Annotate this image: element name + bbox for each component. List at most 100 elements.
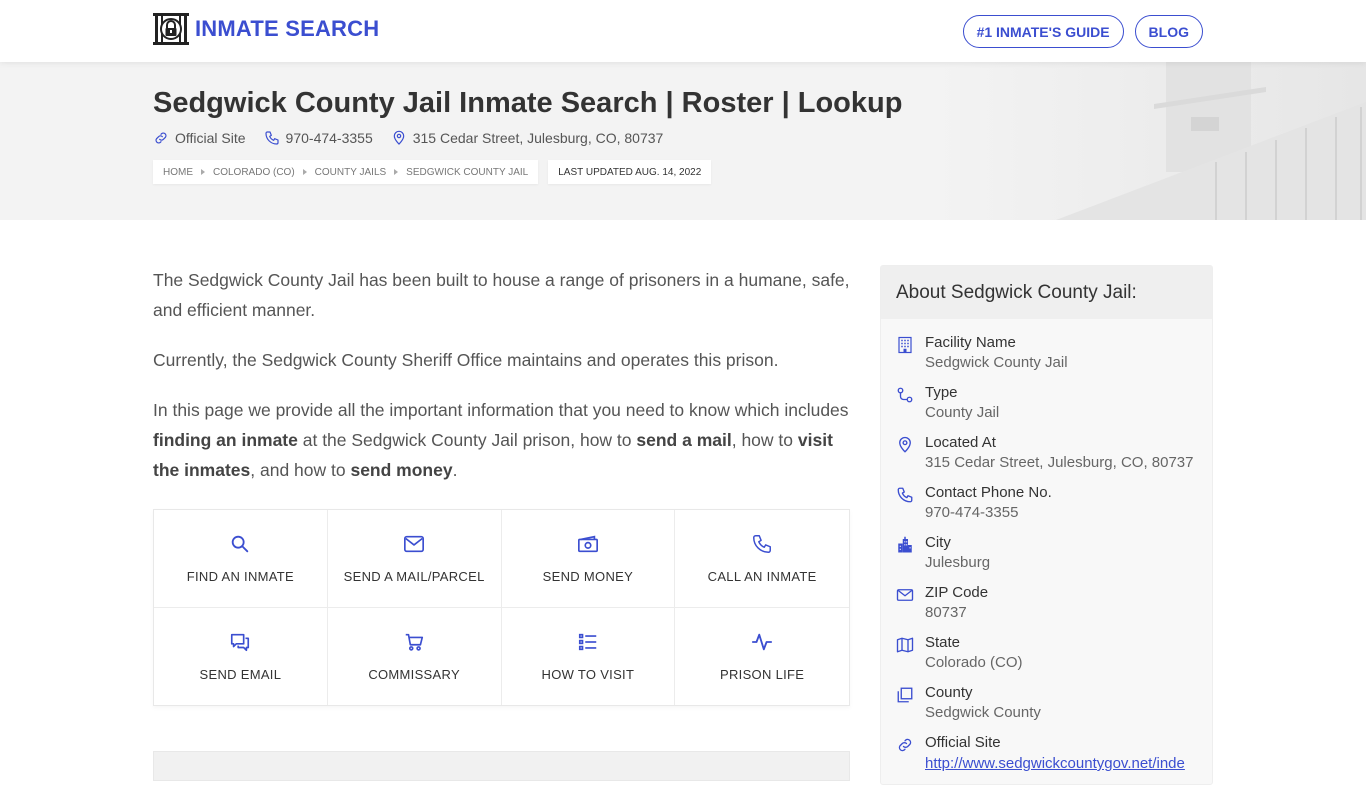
building-icon: [898, 336, 912, 354]
intro-paragraph-2: Currently, the Sedgwick County Sheriff O…: [153, 350, 779, 370]
breadcrumb-county-jails[interactable]: COUNTY JAILS: [315, 167, 387, 178]
hero-banner: Sedgwick County Jail Inmate Search | Ros…: [0, 62, 1366, 220]
search-icon: [232, 535, 249, 552]
city-icon: [898, 536, 912, 553]
phone-number: 970-474-3355: [285, 130, 373, 146]
tile-label: PRISON LIFE: [720, 666, 805, 682]
next-section-box: [153, 751, 850, 781]
breadcrumb: HOME COLORADO (CO) COUNTY JAILS SEDGWICK…: [153, 160, 539, 184]
inmates-guide-button[interactable]: #1 INMATE'S GUIDE: [962, 15, 1124, 48]
route-icon: [897, 387, 913, 403]
tile-send-mail[interactable]: SEND A MAIL/PARCEL: [327, 510, 502, 608]
prison-tower-background-image: [936, 62, 1366, 220]
breadcrumb-row: HOME COLORADO (CO) COUNTY JAILS SEDGWICK…: [153, 160, 712, 184]
tile-send-money[interactable]: SEND MONEY: [501, 510, 676, 608]
info-label: Contact Phone No.: [925, 484, 1052, 501]
facility-info-list: Facility Name Sedgwick County Jail Type Co…: [881, 319, 1212, 783]
logo-text: INMATE SEARCH: [195, 16, 380, 41]
official-site-url-link[interactable]: http://www.sedgwickcountygov.net/inde: [925, 755, 1185, 772]
info-label: Facility Name: [925, 334, 1016, 351]
text: , how to: [731, 430, 798, 450]
about-sidebar: About Sedgwick County Jail: Facility Nam…: [880, 265, 1213, 785]
info-county: County Sedgwick County: [896, 683, 1197, 733]
link-icon: [898, 738, 912, 752]
intro-paragraph-1: The Sedgwick County Jail has been built …: [153, 270, 850, 320]
text: In this page we provide all the importan…: [153, 400, 849, 420]
tile-label: HOW TO VISIT: [541, 666, 635, 682]
tile-label: SEND MONEY: [542, 568, 634, 584]
info-value: County Jail: [925, 404, 1000, 421]
info-official-site: Official Site http://www.sedgwickcountygo…: [896, 733, 1197, 783]
info-city: City Julesburg: [896, 533, 1197, 583]
list-icon: [578, 633, 597, 650]
mail-icon: [896, 589, 914, 601]
bold-finding-an-inmate: finding an inmate: [153, 430, 298, 450]
official-site-link[interactable]: Official Site: [153, 130, 246, 146]
info-state: State Colorado (CO): [896, 633, 1197, 683]
jail-lock-icon: [153, 13, 189, 45]
info-contact-phone: Contact Phone No. 970-474-3355: [896, 483, 1197, 533]
tile-label: CALL AN INMATE: [707, 568, 817, 584]
blog-button[interactable]: BLOG: [1134, 15, 1203, 48]
tile-how-to-visit[interactable]: HOW TO VISIT: [501, 607, 676, 705]
copy-icon: [897, 687, 913, 703]
info-value[interactable]: 970-474-3355: [925, 503, 1052, 523]
top-navbar: INMATE SEARCH #1 INMATE'S GUIDE BLOG: [0, 0, 1366, 62]
chat-icon: [231, 633, 250, 651]
tile-send-email[interactable]: SEND EMAIL: [154, 607, 328, 705]
info-facility-name: Facility Name Sedgwick County Jail: [896, 333, 1197, 383]
tile-call-an-inmate[interactable]: CALL AN INMATE: [675, 510, 849, 608]
info-zip-code: ZIP Code 80737: [896, 583, 1197, 633]
bold-send-a-mail: send a mail: [636, 430, 732, 450]
intro-text: The Sedgwick County Jail has been built …: [153, 265, 850, 505]
main-nav: #1 INMATE'S GUIDE BLOG: [962, 15, 1203, 48]
last-updated-badge: LAST UPDATED AUG. 14, 2022: [548, 160, 712, 184]
tile-find-an-inmate[interactable]: FIND AN INMATE: [154, 510, 328, 608]
intro-paragraph-3: In this page we provide all the importan…: [153, 395, 850, 485]
info-label: ZIP Code: [925, 584, 989, 601]
tile-commissary[interactable]: COMMISSARY: [327, 607, 502, 705]
text: at the Sedgwick County Jail prison, how …: [297, 430, 637, 450]
cart-icon: [405, 633, 424, 651]
tile-label: COMMISSARY: [368, 666, 460, 682]
map-icon: [896, 637, 914, 653]
info-value: 315 Cedar Street, Julesburg, CO, 80737: [925, 454, 1194, 471]
page-title: Sedgwick County Jail Inmate Search | Ros…: [153, 87, 903, 119]
tile-label: FIND AN INMATE: [186, 568, 294, 584]
breadcrumb-separator-icon: [302, 169, 307, 175]
mail-icon: [404, 535, 425, 552]
info-located-at: Located At 315 Cedar Street, Julesburg, C…: [896, 433, 1197, 483]
tile-label: SEND EMAIL: [199, 666, 282, 682]
activity-icon: [752, 633, 773, 650]
site-logo[interactable]: INMATE SEARCH: [153, 13, 379, 45]
info-label: Located At: [925, 434, 996, 451]
info-type: Type County Jail: [896, 383, 1197, 433]
info-value: 80737: [925, 604, 967, 621]
info-label: City: [925, 534, 951, 551]
info-label: County: [925, 684, 973, 701]
breadcrumb-home[interactable]: HOME: [163, 167, 193, 178]
phone-icon: [897, 487, 913, 503]
address-text: 315 Cedar Street, Julesburg, CO, 80737: [412, 130, 664, 146]
text: .: [452, 460, 458, 480]
info-value: Julesburg: [925, 554, 991, 571]
official-site-label: Official Site: [175, 130, 246, 146]
breadcrumb-sedgwick-county-jail[interactable]: SEDGWICK COUNTY JAIL: [406, 167, 528, 178]
link-icon: [155, 132, 167, 144]
phone-link[interactable]: 970-474-3355: [264, 130, 373, 146]
bold-send-money: send money: [350, 460, 453, 480]
location-pin-icon: [899, 436, 911, 453]
phone-icon: [753, 534, 772, 553]
info-label: Type: [925, 384, 958, 401]
facility-meta: Official Site 970-474-3355 315 Cedar Str…: [153, 130, 663, 146]
text: , and how to: [250, 460, 351, 480]
breadcrumb-separator-icon: [201, 169, 205, 175]
breadcrumb-separator-icon: [394, 169, 399, 175]
info-label: State: [925, 634, 961, 651]
tile-prison-life[interactable]: PRISON LIFE: [675, 607, 849, 705]
address: 315 Cedar Street, Julesburg, CO, 80737: [391, 130, 664, 146]
location-pin-icon: [393, 130, 405, 145]
breadcrumb-colorado[interactable]: COLORADO (CO): [213, 167, 295, 178]
tile-label: SEND A MAIL/PARCEL: [343, 568, 485, 584]
info-value: Colorado (CO): [925, 654, 1023, 671]
